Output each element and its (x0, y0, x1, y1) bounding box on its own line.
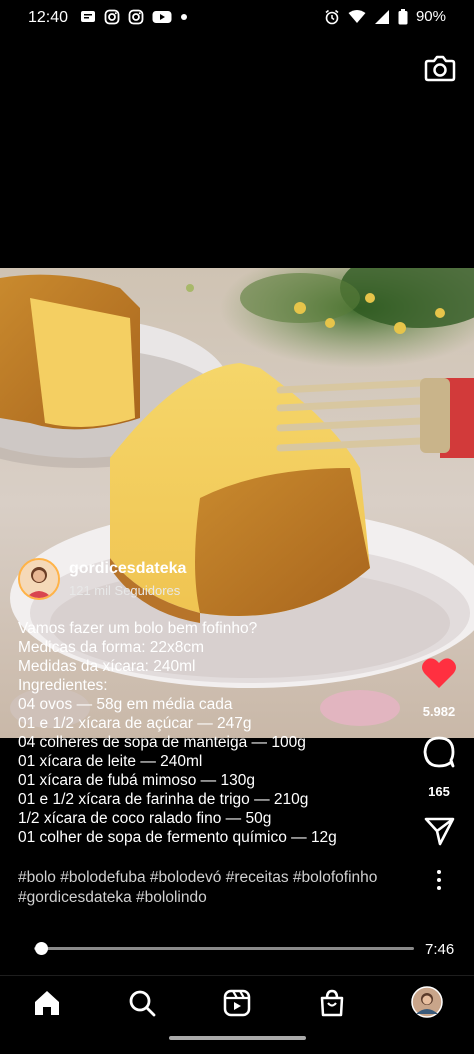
status-system-icons: 90% (324, 8, 446, 25)
caption-line: Medidas da xícara: 240ml (18, 658, 196, 675)
video-duration: 7:46 (425, 941, 455, 958)
search-icon[interactable] (127, 988, 157, 1018)
caption-line: Ingredientes: (18, 677, 108, 694)
author-username[interactable]: gordicesdateka (69, 560, 186, 578)
more-vertical-icon[interactable] (430, 868, 448, 892)
caption-line: Medicas da forma: 22x8cm (18, 639, 205, 656)
bottom-navigation (0, 975, 474, 1054)
author-avatar[interactable] (18, 558, 60, 600)
youtube-icon (152, 11, 172, 23)
profile-avatar[interactable] (411, 986, 443, 1018)
like-action[interactable]: 5.982 (416, 656, 462, 719)
comment-icon[interactable] (416, 735, 462, 769)
share-action[interactable] (416, 815, 462, 852)
caption-line: 04 colheres de sopa de manteiga — 100g (18, 734, 306, 751)
caption-line: 1/2 xícara de coco ralado fino — 50g (18, 810, 272, 827)
author-info[interactable]: gordicesdateka 121 mil Seguidores (18, 558, 186, 600)
reel-caption[interactable]: Vamos fazer um bolo bem fofinho? Medicas… (18, 619, 408, 847)
comment-action[interactable]: 165 (416, 735, 462, 799)
home-icon[interactable] (32, 988, 62, 1018)
signal-icon (374, 9, 389, 24)
hashtags[interactable]: #bolo #bolodefuba #bolodevó #receitas #b… (18, 868, 418, 907)
caption-line: 01 e 1/2 xícara de farinha de trigo — 21… (18, 791, 309, 808)
notification-icon (81, 11, 95, 22)
status-time: 12:40 (28, 9, 69, 26)
caption-line: 01 xícara de leite — 240ml (18, 753, 203, 770)
heart-icon[interactable] (416, 656, 462, 690)
status-bar: 12:40 90% (0, 0, 474, 36)
hashtags-line[interactable]: #bolo #bolodefuba #bolodevó #receitas #b… (18, 868, 418, 888)
more-options-button[interactable] (430, 868, 448, 897)
gesture-home-bar (169, 1036, 306, 1040)
author-followers: 121 mil Seguidores (69, 583, 181, 598)
battery-icon (398, 8, 408, 24)
alarm-icon (325, 9, 339, 24)
reels-icon[interactable] (222, 988, 252, 1018)
send-icon[interactable] (416, 815, 462, 847)
comment-count: 165 (428, 784, 450, 799)
instagram-icon (128, 9, 144, 25)
battery-percent: 90% (415, 8, 446, 25)
hashtags-line[interactable]: #gordicesdateka #bololindo (18, 888, 418, 908)
caption-line: 04 ovos — 58g em média cada (18, 696, 233, 713)
caption-line: Vamos fazer um bolo bem fofinho? (18, 620, 258, 637)
camera-icon[interactable] (424, 53, 456, 83)
caption-line: 01 colher de sopa de fermento químico — … (18, 829, 337, 846)
status-notification-icons (80, 9, 188, 25)
dot-icon (181, 14, 187, 20)
shop-icon[interactable] (317, 988, 347, 1018)
video-progress-handle[interactable] (35, 942, 49, 955)
like-count: 5.982 (422, 704, 456, 719)
video-progress-bar[interactable] (34, 947, 414, 950)
caption-line: 01 xícara de fubá mimoso — 130g (18, 772, 255, 789)
author-avatar-image (20, 560, 58, 598)
instagram-icon (104, 9, 120, 25)
wifi-icon (348, 9, 366, 23)
caption-line: 01 e 1/2 xícara de açúcar — 247g (18, 715, 252, 732)
